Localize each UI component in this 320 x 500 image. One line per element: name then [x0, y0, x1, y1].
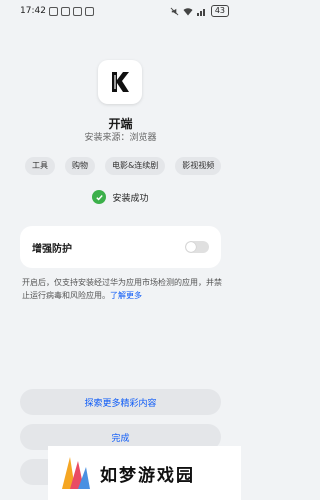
watermark-logo-icon — [62, 457, 90, 489]
watermark: 如梦游戏园 — [48, 446, 241, 500]
wifi-icon — [183, 7, 193, 15]
k-logo-icon — [112, 72, 129, 92]
enhanced-protection-description: 开启后，仅支持安装经过华为应用市场检测的应用，并禁止运行病毒和风险应用。了解更多 — [22, 276, 222, 302]
category-tag[interactable]: 影视视频 — [175, 157, 222, 175]
notification-icon — [72, 6, 82, 16]
category-tag[interactable]: 工具 — [25, 157, 55, 175]
category-tag[interactable]: 电影&连续剧 — [105, 157, 166, 175]
enhanced-protection-title: 增强防护 — [32, 243, 72, 255]
install-result: 安装成功 — [0, 189, 241, 205]
explore-more-button[interactable]: 探索更多精彩内容 — [20, 389, 221, 415]
battery-indicator: 43 — [210, 5, 229, 17]
enhanced-protection-toggle[interactable] — [185, 241, 209, 253]
signal-icon — [196, 8, 205, 16]
mute-icon — [170, 7, 179, 15]
notification-icon — [60, 6, 70, 16]
enhanced-protection-card: 增强防护 — [20, 226, 221, 268]
learn-more-link[interactable]: 了解更多 — [110, 291, 142, 300]
category-tag[interactable]: 购物 — [65, 157, 95, 175]
category-tags: 工具 购物 电影&连续剧 影视视频 — [25, 157, 225, 175]
check-circle-icon — [92, 190, 107, 204]
app-icon — [98, 60, 142, 104]
status-bar: 17:42 43 — [0, 0, 241, 22]
install-success-text: 安装成功 — [112, 193, 149, 204]
watermark-text: 如梦游戏园 — [100, 465, 195, 486]
notification-icon — [84, 6, 94, 16]
notification-icon — [48, 6, 58, 16]
install-source: 安装来源：浏览器 — [84, 133, 157, 143]
toggle-knob — [186, 242, 196, 252]
status-time: 17:42 — [20, 6, 46, 16]
